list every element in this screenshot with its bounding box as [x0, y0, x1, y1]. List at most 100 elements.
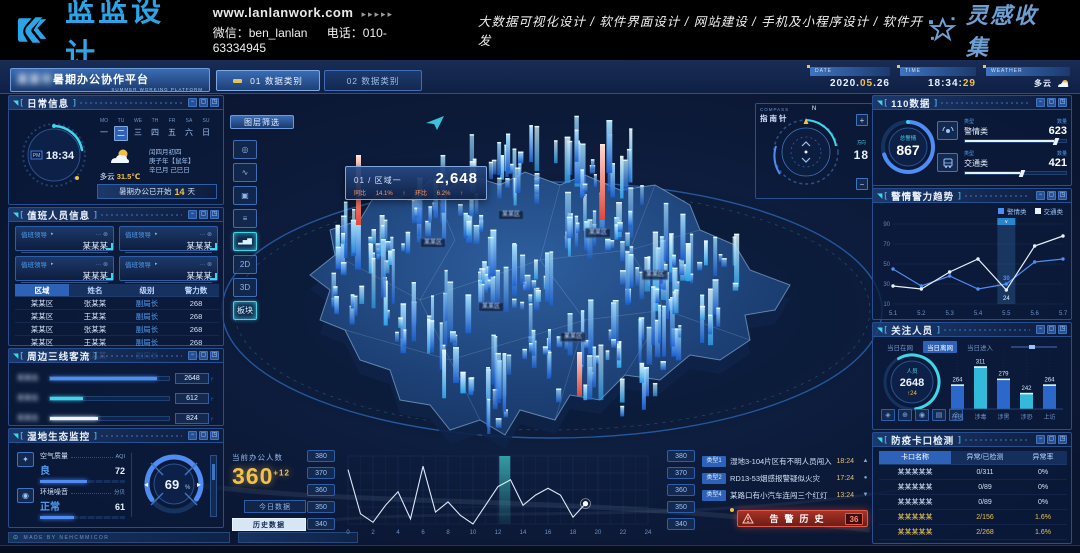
alert-item[interactable]: 类型4某路口有小汽车连闯三个红灯13:24 [702, 488, 854, 502]
map-area-marker[interactable]: 某某区 [560, 332, 586, 342]
window-icon[interactable]: ▢ [199, 351, 208, 360]
alert-text: 湿地3-104片区有不明人员闯入 [730, 456, 833, 467]
table-row[interactable]: 某某区张某某副局长268 [15, 323, 219, 336]
window-icon[interactable]: ▢ [199, 431, 208, 440]
table-cell: 0/89 [951, 495, 1019, 509]
checkpoint-row[interactable]: 某某某某某0/890% [879, 480, 1067, 495]
panel-title: 警情警力趋势 [891, 189, 954, 203]
compass-dial[interactable] [770, 116, 842, 188]
window-icon[interactable]: ▢ [1047, 191, 1056, 200]
temperature: 31.5℃ [117, 172, 141, 181]
fullscreen-icon[interactable]: ◳ [210, 210, 219, 219]
table-row[interactable]: 某某区张某某副局长268 [15, 297, 219, 310]
zoom-out-button[interactable]: − [856, 178, 868, 190]
minimize-icon[interactable]: − [188, 210, 197, 219]
checkpoint-row[interactable]: 某某某某某2/2681.6% [879, 525, 1067, 540]
svg-text:30: 30 [883, 282, 890, 288]
site-url[interactable]: www.lanlanwork.com [213, 5, 354, 20]
checkpoint-row[interactable]: 某某某某某0/890% [879, 495, 1067, 510]
tab-data-category-1[interactable]: 01 数据类别 [216, 70, 320, 91]
map-area-marker[interactable]: 某某区 [498, 210, 524, 220]
trend-line-chart[interactable]: 9070503010∨30245.15.25.35.45.55.65.7 [877, 216, 1069, 318]
layer-button-板块[interactable]: 板块 [233, 301, 257, 320]
table-row[interactable]: 某某区王某某副局长268 [15, 310, 219, 323]
panel-focus-header: ◥[ 关注人员 ] − ▢ ◳ [873, 323, 1071, 337]
legend-item[interactable]: 交通类 [1035, 206, 1064, 216]
radar-layer-button[interactable]: ∿ [233, 163, 257, 182]
history-data-button[interactable]: 历史数据 [232, 518, 306, 531]
minimize-icon[interactable]: − [188, 351, 197, 360]
fullscreen-icon[interactable]: ◳ [1058, 191, 1067, 200]
minimize-icon[interactable]: − [188, 431, 197, 440]
map-area-marker[interactable]: 某某区 [585, 228, 611, 238]
focus-category-icon[interactable]: ▤ [932, 409, 946, 421]
column-header[interactable]: 姓名 [69, 284, 121, 296]
focus-category-icon[interactable]: ⊕ [898, 409, 912, 421]
minimize-icon[interactable]: − [1036, 325, 1045, 334]
plane-marker-icon[interactable] [424, 114, 446, 132]
aqi-label: AQI [116, 454, 125, 460]
fullscreen-icon[interactable]: ◳ [1058, 435, 1067, 444]
checkpoint-header: 卡口名称异常/已检测异常率 [879, 451, 1067, 465]
duty-leader-card[interactable]: 值班领导▸··· ⊗某某某 [15, 226, 114, 251]
minimize-icon[interactable]: − [1036, 191, 1045, 200]
alarm-history-button[interactable]: 告警历史 36 [737, 510, 868, 527]
camera-icon: ◎ [242, 145, 249, 154]
tab-data-category-2[interactable]: 02 数据类别 [324, 70, 422, 91]
fullscreen-icon[interactable]: ◳ [1058, 98, 1067, 107]
layer-button-2D[interactable]: 2D [233, 255, 257, 274]
map-area-marker[interactable]: 某某区 [478, 302, 504, 312]
window-icon[interactable]: ▢ [1047, 435, 1056, 444]
window-icon[interactable]: ▢ [1047, 98, 1056, 107]
fullscreen-icon[interactable]: ◳ [1058, 325, 1067, 334]
fullscreen-icon[interactable]: ◳ [210, 351, 219, 360]
alert-item[interactable]: 类型1湿地3-104片区有不明人员闯入18:24 [702, 454, 854, 468]
minimize-icon[interactable]: − [1036, 435, 1045, 444]
column-header[interactable]: 卡口名称 [879, 451, 951, 464]
duty-leader-card[interactable]: 值班领导▸··· ⊗某某某 [119, 226, 218, 251]
minimize-icon[interactable]: − [188, 98, 197, 107]
alert-item[interactable]: 类型2RD13-53烟感报警疑似火灾17:24 [702, 471, 854, 485]
column-header[interactable]: 级别 [121, 284, 173, 296]
today-data-button[interactable]: 今日数据 [244, 500, 306, 513]
focus-category-icon[interactable]: ◉ [915, 409, 929, 421]
column-header[interactable]: 区域 [15, 284, 69, 296]
map-area-marker[interactable]: 某某区 [420, 238, 446, 248]
svg-text:311: 311 [976, 359, 986, 365]
alert-scroll-up-icon[interactable]: ▲ [861, 454, 870, 468]
focus-category-icon[interactable]: ◈ [881, 409, 895, 421]
panel-title: 湿地生态监控 [27, 429, 90, 443]
window-icon[interactable]: ▢ [1047, 325, 1056, 334]
camera-layer-button[interactable]: ◎ [233, 140, 257, 159]
legend-item[interactable]: 警情类 [998, 206, 1027, 216]
list-layer-button[interactable]: ≡ [233, 209, 257, 228]
duty-leader-card[interactable]: 值班领导▸··· ⊗某某某 [15, 256, 114, 281]
window-icon[interactable]: ▢ [199, 98, 208, 107]
alert-scroll-down-icon[interactable]: ▼ [861, 488, 870, 502]
inspiration-collect[interactable]: 灵感收集 [928, 0, 1060, 62]
minimize-icon[interactable]: − [1036, 98, 1045, 107]
office-chart-grid[interactable]: 024681012141618202224 [340, 450, 662, 546]
office-line-chart[interactable]: 3803803703703603603503503403400246810121… [307, 450, 699, 548]
column-header[interactable]: 异常/已检测 [951, 451, 1019, 464]
checkpoint-row[interactable]: 某某某某某2/1561.6% [879, 510, 1067, 525]
fullscreen-icon[interactable]: ◳ [210, 98, 219, 107]
svg-text:24: 24 [645, 530, 652, 536]
window-icon[interactable]: ▢ [199, 210, 208, 219]
svg-text:8: 8 [446, 530, 450, 536]
device-layer-button[interactable]: ▣ [233, 186, 257, 205]
star-sparkle-icon [928, 15, 957, 45]
layer-button-3D[interactable]: 3D [233, 278, 257, 297]
map-area-marker[interactable]: 某某区 [642, 270, 668, 280]
barchart-layer-button[interactable]: ▂▅▇ [233, 232, 257, 251]
column-header[interactable]: 警力数 [173, 284, 219, 296]
duty-leader-card[interactable]: 值班领导▸··· ⊗某某某 [119, 256, 218, 281]
air-label: 空气质量 [40, 451, 68, 461]
column-header[interactable]: 异常率 [1019, 451, 1067, 464]
checkpoint-row[interactable]: 某某某某某0/3110% [879, 465, 1067, 480]
eco-slider[interactable] [210, 455, 217, 517]
focus-bar-chart[interactable]: 264在逃311涉毒279涉黑242涉恐264上访 [945, 345, 1067, 425]
zoom-in-button[interactable]: + [856, 114, 868, 126]
fullscreen-icon[interactable]: ◳ [210, 431, 219, 440]
svg-text:90: 90 [883, 222, 890, 228]
